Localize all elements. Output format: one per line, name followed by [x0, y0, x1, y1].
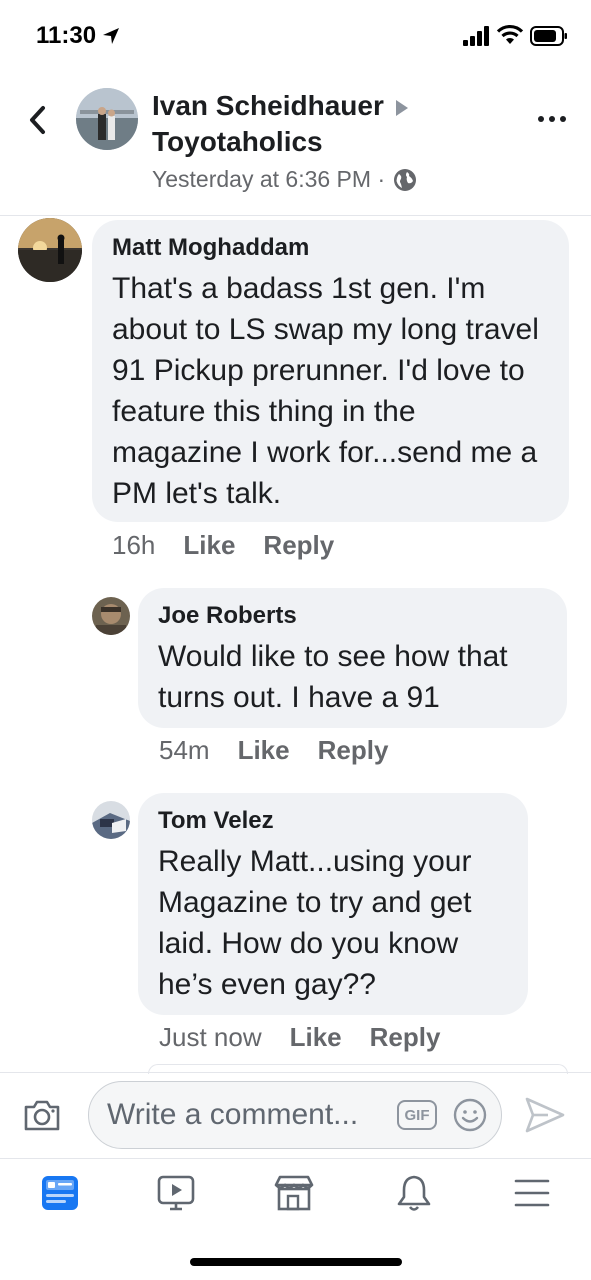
watch-icon[interactable]	[154, 1173, 198, 1213]
menu-icon[interactable]	[510, 1173, 554, 1213]
sunset-photo	[18, 218, 82, 282]
like-button[interactable]: Like	[238, 735, 290, 766]
reply-button[interactable]: Reply	[370, 1022, 441, 1053]
reply-button[interactable]: Reply	[318, 735, 389, 766]
commenter-name[interactable]: Matt Moghaddam	[112, 234, 549, 262]
comment-actions: Just now Like Reply	[159, 1022, 440, 1053]
group-name[interactable]: Toyotaholics	[152, 126, 323, 158]
status-time: 11:30	[36, 22, 97, 49]
comment-composer: Write a comment... GIF	[0, 1072, 591, 1158]
commenter-name[interactable]: Joe Roberts	[158, 602, 547, 630]
commenter-avatar[interactable]	[92, 597, 130, 635]
author-avatar[interactable]	[76, 88, 138, 150]
author-name[interactable]: Ivan Scheidhauer	[152, 90, 384, 122]
comment-text: That's a badass 1st gen. I'm about to LS…	[112, 272, 539, 510]
gif-icon[interactable]: GIF	[397, 1100, 437, 1130]
like-button[interactable]: Like	[183, 530, 235, 561]
location-arrow-icon	[103, 28, 119, 44]
post-timestamp[interactable]: Yesterday at 6:36 PM ·	[152, 166, 385, 193]
cellular-signal-icon	[463, 26, 489, 46]
more-options-button[interactable]	[535, 112, 569, 126]
commenter-name[interactable]: Tom Velez	[158, 807, 508, 835]
comment-bubble: Joe Roberts Would like to see how that t…	[138, 588, 567, 728]
back-button[interactable]	[22, 102, 52, 138]
comment-text: Would like to see how that turns out. I …	[158, 640, 508, 714]
commenter-avatar[interactable]	[92, 801, 130, 839]
notifications-icon[interactable]	[392, 1173, 436, 1213]
post-header: Ivan Scheidhauer Toyotaholics Yesterday …	[0, 70, 591, 216]
author-name-row[interactable]: Ivan Scheidhauer	[152, 90, 408, 122]
comment-actions: 16h Like Reply	[112, 530, 334, 561]
dot	[538, 116, 544, 122]
triangle-right-icon	[395, 100, 408, 116]
wifi-icon	[496, 24, 524, 44]
home-indicator[interactable]	[190, 1258, 402, 1266]
comment-text: Really Matt...using your Magazine to try…	[158, 845, 472, 1001]
camera-icon[interactable]	[22, 1097, 62, 1133]
commenter-avatar[interactable]	[18, 218, 82, 282]
battery-icon	[530, 26, 567, 46]
comment-time: Just now	[159, 1022, 262, 1052]
chevron-left-icon	[30, 106, 45, 134]
comment-placeholder: Write a comment...	[107, 1098, 359, 1131]
status-bar: 11:30	[0, 0, 591, 70]
comment-time: 16h	[112, 530, 156, 560]
author-photo	[76, 88, 138, 150]
comment-time: 54m	[159, 735, 210, 765]
tom-photo	[92, 801, 130, 839]
emoji-icon[interactable]	[453, 1098, 487, 1132]
marketplace-icon[interactable]	[272, 1173, 316, 1213]
post-meta: Yesterday at 6:36 PM ·	[152, 166, 417, 193]
dot	[549, 116, 555, 122]
globe-icon	[394, 168, 417, 191]
comment-bubble: Matt Moghaddam That's a badass 1st gen. …	[92, 220, 569, 522]
bottom-tab-bar	[0, 1158, 591, 1238]
dot	[560, 116, 566, 122]
like-button[interactable]: Like	[290, 1022, 342, 1053]
comment-input[interactable]: Write a comment... GIF	[88, 1081, 502, 1149]
comment-actions: 54m Like Reply	[159, 735, 388, 766]
reply-button[interactable]: Reply	[263, 530, 334, 561]
send-icon[interactable]	[524, 1095, 566, 1135]
joe-photo	[92, 597, 130, 635]
news-feed-icon[interactable]	[38, 1173, 82, 1213]
comment-bubble: Tom Velez Really Matt...using your Magaz…	[138, 793, 528, 1015]
